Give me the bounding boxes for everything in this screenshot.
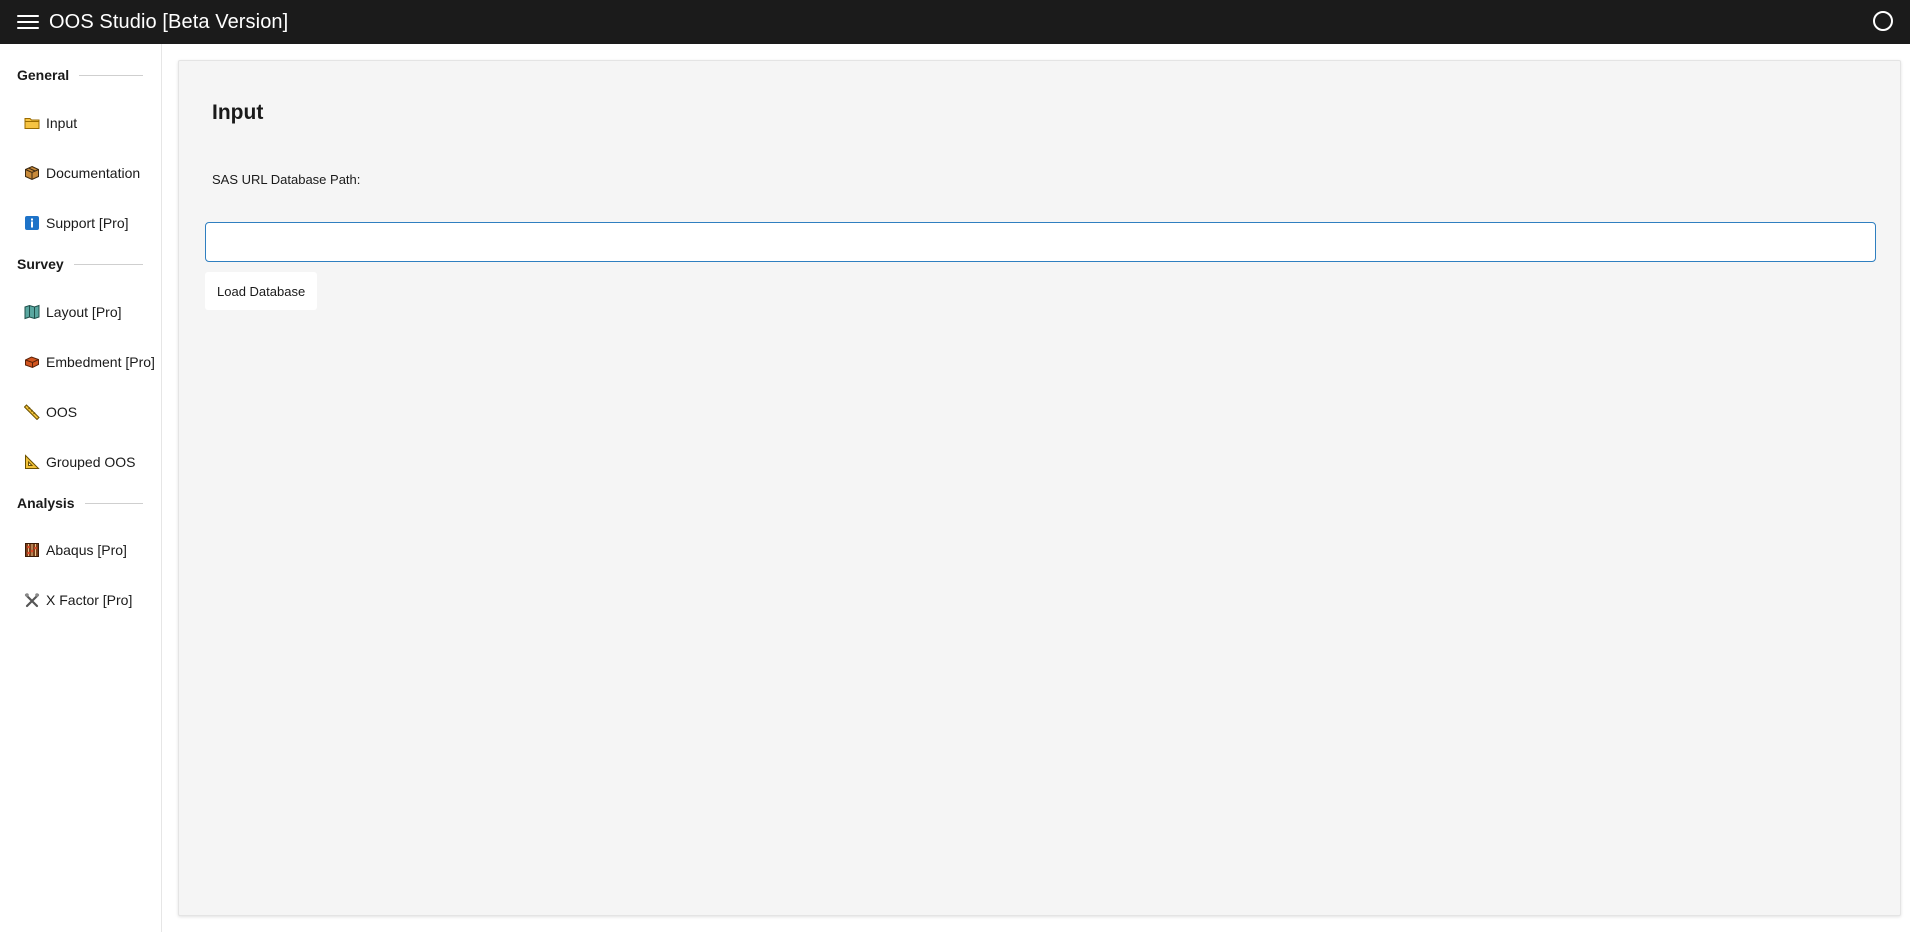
status-indicator-icon [1873, 11, 1893, 31]
folder-icon [24, 115, 40, 131]
sidebar-item-label: Embedment [Pro] [46, 354, 155, 370]
section-general: General [17, 67, 143, 83]
triangle-ruler-icon [24, 454, 40, 470]
sidebar-item-label: X Factor [Pro] [46, 592, 133, 608]
section-survey: Survey [17, 256, 143, 272]
database-path-input[interactable] [205, 222, 1876, 262]
top-app-bar: OOS Studio [Beta Version] [0, 0, 1910, 44]
sidebar-item-layout[interactable]: Layout [Pro] [24, 300, 122, 324]
map-icon [24, 304, 40, 320]
sidebar-item-label: Abaqus [Pro] [46, 542, 127, 558]
section-analysis-label: Analysis [17, 495, 75, 511]
sidebar-item-label: OOS [46, 404, 78, 420]
section-analysis: Analysis [17, 495, 143, 511]
sidebar-item-documentation[interactable]: Documentation [24, 161, 140, 185]
section-survey-label: Survey [17, 256, 64, 272]
sidebar-item-x-factor[interactable]: X Factor [Pro] [24, 588, 132, 612]
sidebar-item-label: Input [46, 115, 78, 131]
info-icon [24, 215, 40, 231]
sidebar: General Input Documentation Support [Pro… [0, 44, 162, 932]
sidebar-item-grouped-oos[interactable]: Grouped OOS [24, 450, 136, 474]
section-divider [84, 502, 143, 504]
sidebar-item-label: Grouped OOS [46, 454, 136, 470]
load-database-button[interactable]: Load Database [205, 272, 318, 310]
app-title: OOS Studio [Beta Version] [49, 10, 289, 33]
brick-icon [24, 354, 40, 370]
tools-icon [24, 592, 40, 608]
sidebar-item-label: Documentation [46, 165, 141, 181]
main-panel: Input SAS URL Database Path: Load Databa… [178, 60, 1901, 916]
sidebar-item-embedment[interactable]: Embedment [Pro] [24, 350, 155, 374]
ruler-icon [24, 404, 40, 420]
package-icon [24, 165, 40, 181]
sidebar-item-support[interactable]: Support [Pro] [24, 211, 129, 235]
sidebar-item-abaqus[interactable]: Abaqus [Pro] [24, 538, 127, 562]
sidebar-item-label: Support [Pro] [46, 215, 129, 231]
sidebar-item-oos[interactable]: OOS [24, 400, 77, 424]
database-path-label: SAS URL Database Path: [212, 172, 361, 187]
section-general-label: General [17, 67, 70, 83]
abacus-icon [24, 542, 40, 558]
hamburger-menu-icon[interactable] [17, 13, 39, 31]
page-title: Input [212, 101, 264, 124]
sidebar-item-input[interactable]: Input [24, 111, 77, 135]
section-divider [79, 74, 143, 76]
section-divider [73, 263, 143, 265]
sidebar-item-label: Layout [Pro] [46, 304, 122, 320]
